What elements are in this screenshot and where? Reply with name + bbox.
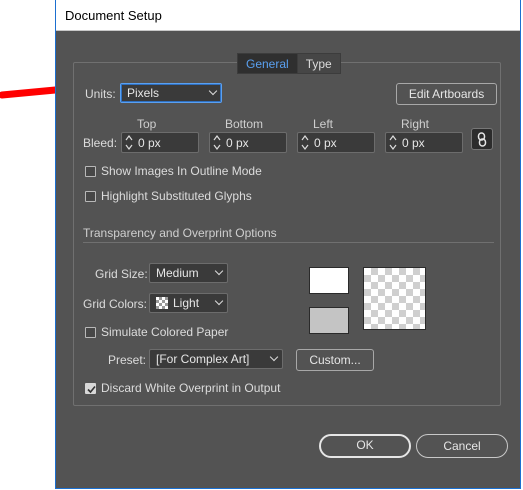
bleed-label: Bleed: <box>83 136 118 150</box>
cancel-button[interactable]: Cancel <box>416 434 508 458</box>
tab-general[interactable]: General <box>238 54 298 73</box>
bleed-bottom-value: 0 px <box>226 136 249 150</box>
simulate-paper-checkbox[interactable] <box>85 327 96 338</box>
stepper-icon[interactable] <box>301 135 309 150</box>
stepper-icon[interactable] <box>389 135 397 150</box>
grid-colors-dropdown[interactable]: Light <box>149 293 228 313</box>
link-bleed-button[interactable] <box>471 128 493 150</box>
chevron-down-icon <box>208 86 218 96</box>
tab-bar: General Type <box>237 53 341 74</box>
bleed-top-heading: Top <box>137 117 157 131</box>
checkmark-icon <box>87 385 96 394</box>
transparency-section-title: Transparency and Overprint Options <box>83 226 277 240</box>
title-bar: Document Setup <box>56 0 520 31</box>
stepper-icon[interactable] <box>213 135 221 150</box>
ok-button[interactable]: OK <box>319 434 411 458</box>
bleed-right-value: 0 px <box>402 136 425 150</box>
bleed-right-field[interactable]: 0 px <box>385 132 463 153</box>
section-divider <box>83 242 494 243</box>
show-images-outline-checkbox[interactable] <box>85 166 96 177</box>
preset-value: [For Complex Art] <box>156 352 250 366</box>
bleed-left-heading: Left <box>313 117 334 131</box>
discard-white-checkbox[interactable] <box>85 383 96 394</box>
bleed-right-heading: Right <box>401 117 430 131</box>
grid-size-label: Grid Size: <box>95 267 148 281</box>
grid-color-dark-swatch[interactable] <box>309 307 349 334</box>
checker-swatch-icon <box>156 297 168 309</box>
document-setup-dialog: Document Setup General Type Units: Pixel… <box>55 0 521 489</box>
show-images-outline-label: Show Images In Outline Mode <box>101 164 262 178</box>
preset-dropdown[interactable]: [For Complex Art] <box>149 349 283 369</box>
units-value: Pixels <box>127 86 160 100</box>
bleed-left-field[interactable]: 0 px <box>297 132 375 153</box>
chevron-down-icon <box>214 296 224 306</box>
bleed-bottom-field[interactable]: 0 px <box>209 132 287 153</box>
grid-colors-value: Light <box>173 296 200 310</box>
preset-label: Preset: <box>108 353 147 367</box>
bleed-bottom-heading: Bottom <box>225 117 264 131</box>
grid-size-dropdown[interactable]: Medium <box>149 263 228 283</box>
discard-white-label: Discard White Overprint in Output <box>101 381 281 395</box>
stepper-icon[interactable] <box>125 135 133 150</box>
dialog-title: Document Setup <box>65 8 162 23</box>
transparency-grid-preview <box>363 267 426 330</box>
bleed-top-field[interactable]: 0 px <box>121 132 199 153</box>
tab-type[interactable]: Type <box>298 54 340 73</box>
highlight-glyphs-checkbox[interactable] <box>85 191 96 202</box>
grid-colors-label: Grid Colors: <box>83 297 148 311</box>
custom-preset-button[interactable]: Custom... <box>296 349 374 371</box>
units-dropdown[interactable]: Pixels <box>120 83 222 103</box>
units-label: Units: <box>85 87 116 101</box>
chain-link-icon <box>477 132 487 147</box>
edit-artboards-button[interactable]: Edit Artboards <box>396 83 497 105</box>
highlight-glyphs-label: Highlight Substituted Glyphs <box>101 189 252 203</box>
chevron-down-icon <box>269 352 279 362</box>
chevron-down-icon <box>214 266 224 276</box>
simulate-paper-label: Simulate Colored Paper <box>101 325 229 339</box>
bleed-left-value: 0 px <box>314 136 337 150</box>
bleed-top-value: 0 px <box>138 136 161 150</box>
grid-color-light-swatch[interactable] <box>309 267 349 294</box>
grid-size-value: Medium <box>156 266 199 280</box>
